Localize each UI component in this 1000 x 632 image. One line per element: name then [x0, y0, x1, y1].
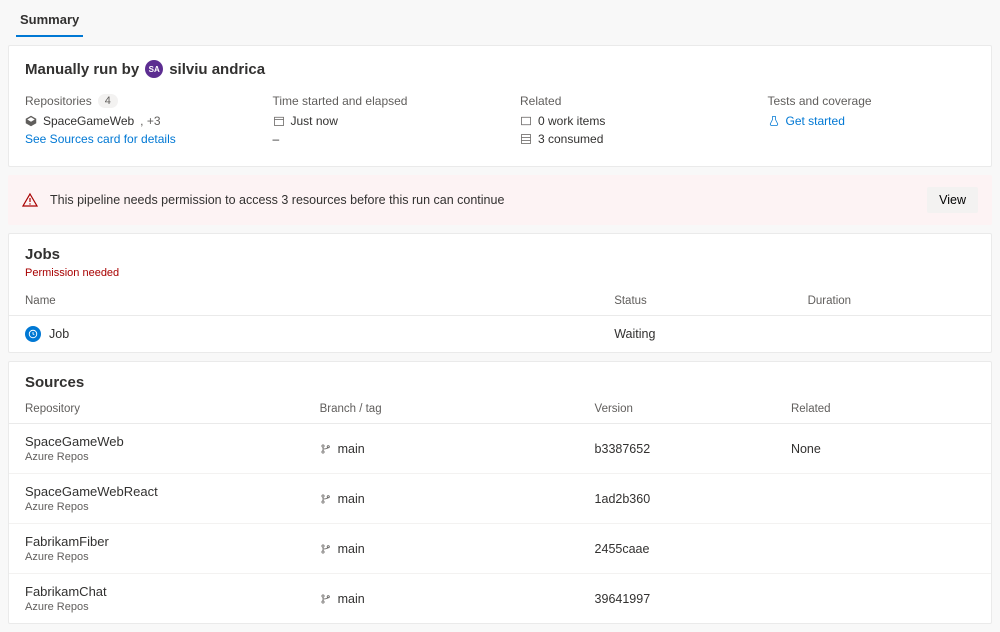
source-branch: main	[338, 542, 365, 556]
time-started: Just now	[291, 114, 338, 128]
get-started-link[interactable]: Get started	[786, 114, 845, 128]
col-related: Related 0 work items 3 consumed	[520, 94, 728, 150]
source-related	[775, 524, 991, 574]
table-row[interactable]: Job Waiting	[9, 316, 991, 353]
alert-text: This pipeline needs permission to access…	[50, 193, 915, 207]
jobs-col-duration: Duration	[792, 287, 991, 316]
sources-col-related: Related	[775, 395, 991, 424]
permission-alert: This pipeline needs permission to access…	[8, 175, 992, 225]
source-name: FabrikamChat	[25, 584, 288, 599]
job-status: Waiting	[598, 316, 791, 353]
source-related: None	[775, 424, 991, 474]
col-tests: Tests and coverage Get started	[768, 94, 976, 150]
tab-summary[interactable]: Summary	[16, 4, 83, 37]
view-button[interactable]: View	[927, 187, 978, 213]
repositories-count: 4	[98, 94, 118, 108]
source-version: b3387652	[579, 424, 775, 474]
source-name: SpaceGameWebReact	[25, 484, 288, 499]
jobs-table: Name Status Duration Job Waiting	[9, 287, 991, 352]
run-prefix: Manually run by	[25, 61, 139, 78]
job-name: Job	[49, 327, 69, 341]
tests-label: Tests and coverage	[768, 94, 976, 108]
source-version: 39641997	[579, 574, 775, 624]
sources-card: Sources Repository Branch / tag Version …	[8, 361, 992, 624]
source-sub: Azure Repos	[25, 551, 288, 563]
branch-icon	[320, 443, 332, 455]
table-row[interactable]: SpaceGameWebReact Azure Repos main 1ad2b360	[9, 474, 991, 524]
sources-col-version: Version	[579, 395, 775, 424]
sources-col-branch: Branch / tag	[304, 395, 579, 424]
run-user: silviu andrica	[169, 61, 265, 78]
avatar: SA	[145, 60, 163, 78]
jobs-title: Jobs	[9, 234, 991, 267]
branch-icon	[320, 543, 332, 555]
consumed: 3 consumed	[538, 132, 603, 146]
summary-card: Manually run by SA silviu andrica Reposi…	[8, 45, 992, 167]
time-elapsed: –	[273, 132, 481, 146]
tab-bar: Summary	[0, 0, 1000, 37]
source-branch: main	[338, 492, 365, 506]
source-related	[775, 474, 991, 524]
table-row[interactable]: SpaceGameWeb Azure Repos main b3387652None	[9, 424, 991, 474]
jobs-card: Jobs Permission needed Name Status Durat…	[8, 233, 992, 353]
branch-icon	[320, 493, 332, 505]
time-label: Time started and elapsed	[273, 94, 481, 108]
source-sub: Azure Repos	[25, 501, 288, 513]
sources-table: Repository Branch / tag Version Related …	[9, 395, 991, 623]
sources-col-repo: Repository	[9, 395, 304, 424]
calendar-icon	[273, 115, 285, 127]
work-items-icon	[520, 115, 532, 127]
primary-repo-extra: , +3	[140, 114, 160, 128]
col-repositories: Repositories 4 SpaceGameWeb , +3 See Sou…	[25, 94, 233, 150]
sources-title: Sources	[9, 362, 991, 395]
repositories-label: Repositories	[25, 94, 92, 108]
work-items: 0 work items	[538, 114, 605, 128]
table-row[interactable]: FabrikamFiber Azure Repos main 2455caae	[9, 524, 991, 574]
job-duration	[792, 316, 991, 353]
run-header: Manually run by SA silviu andrica	[25, 60, 975, 78]
source-sub: Azure Repos	[25, 451, 288, 463]
source-name: FabrikamFiber	[25, 534, 288, 549]
primary-repo: SpaceGameWeb	[43, 114, 134, 128]
source-related	[775, 574, 991, 624]
source-version: 2455caae	[579, 524, 775, 574]
flask-icon	[768, 115, 780, 127]
source-name: SpaceGameWeb	[25, 434, 288, 449]
repo-icon	[25, 115, 37, 127]
table-row[interactable]: FabrikamChat Azure Repos main 39641997	[9, 574, 991, 624]
consumed-icon	[520, 133, 532, 145]
see-sources-link[interactable]: See Sources card for details	[25, 132, 233, 146]
source-branch: main	[338, 592, 365, 606]
jobs-col-name: Name	[9, 287, 598, 316]
col-time: Time started and elapsed Just now –	[273, 94, 481, 150]
source-branch: main	[338, 442, 365, 456]
source-version: 1ad2b360	[579, 474, 775, 524]
related-label: Related	[520, 94, 728, 108]
permission-needed: Permission needed	[9, 267, 991, 287]
branch-icon	[320, 593, 332, 605]
jobs-col-status: Status	[598, 287, 791, 316]
clock-icon	[25, 326, 41, 342]
warning-icon	[22, 192, 38, 208]
source-sub: Azure Repos	[25, 601, 288, 613]
